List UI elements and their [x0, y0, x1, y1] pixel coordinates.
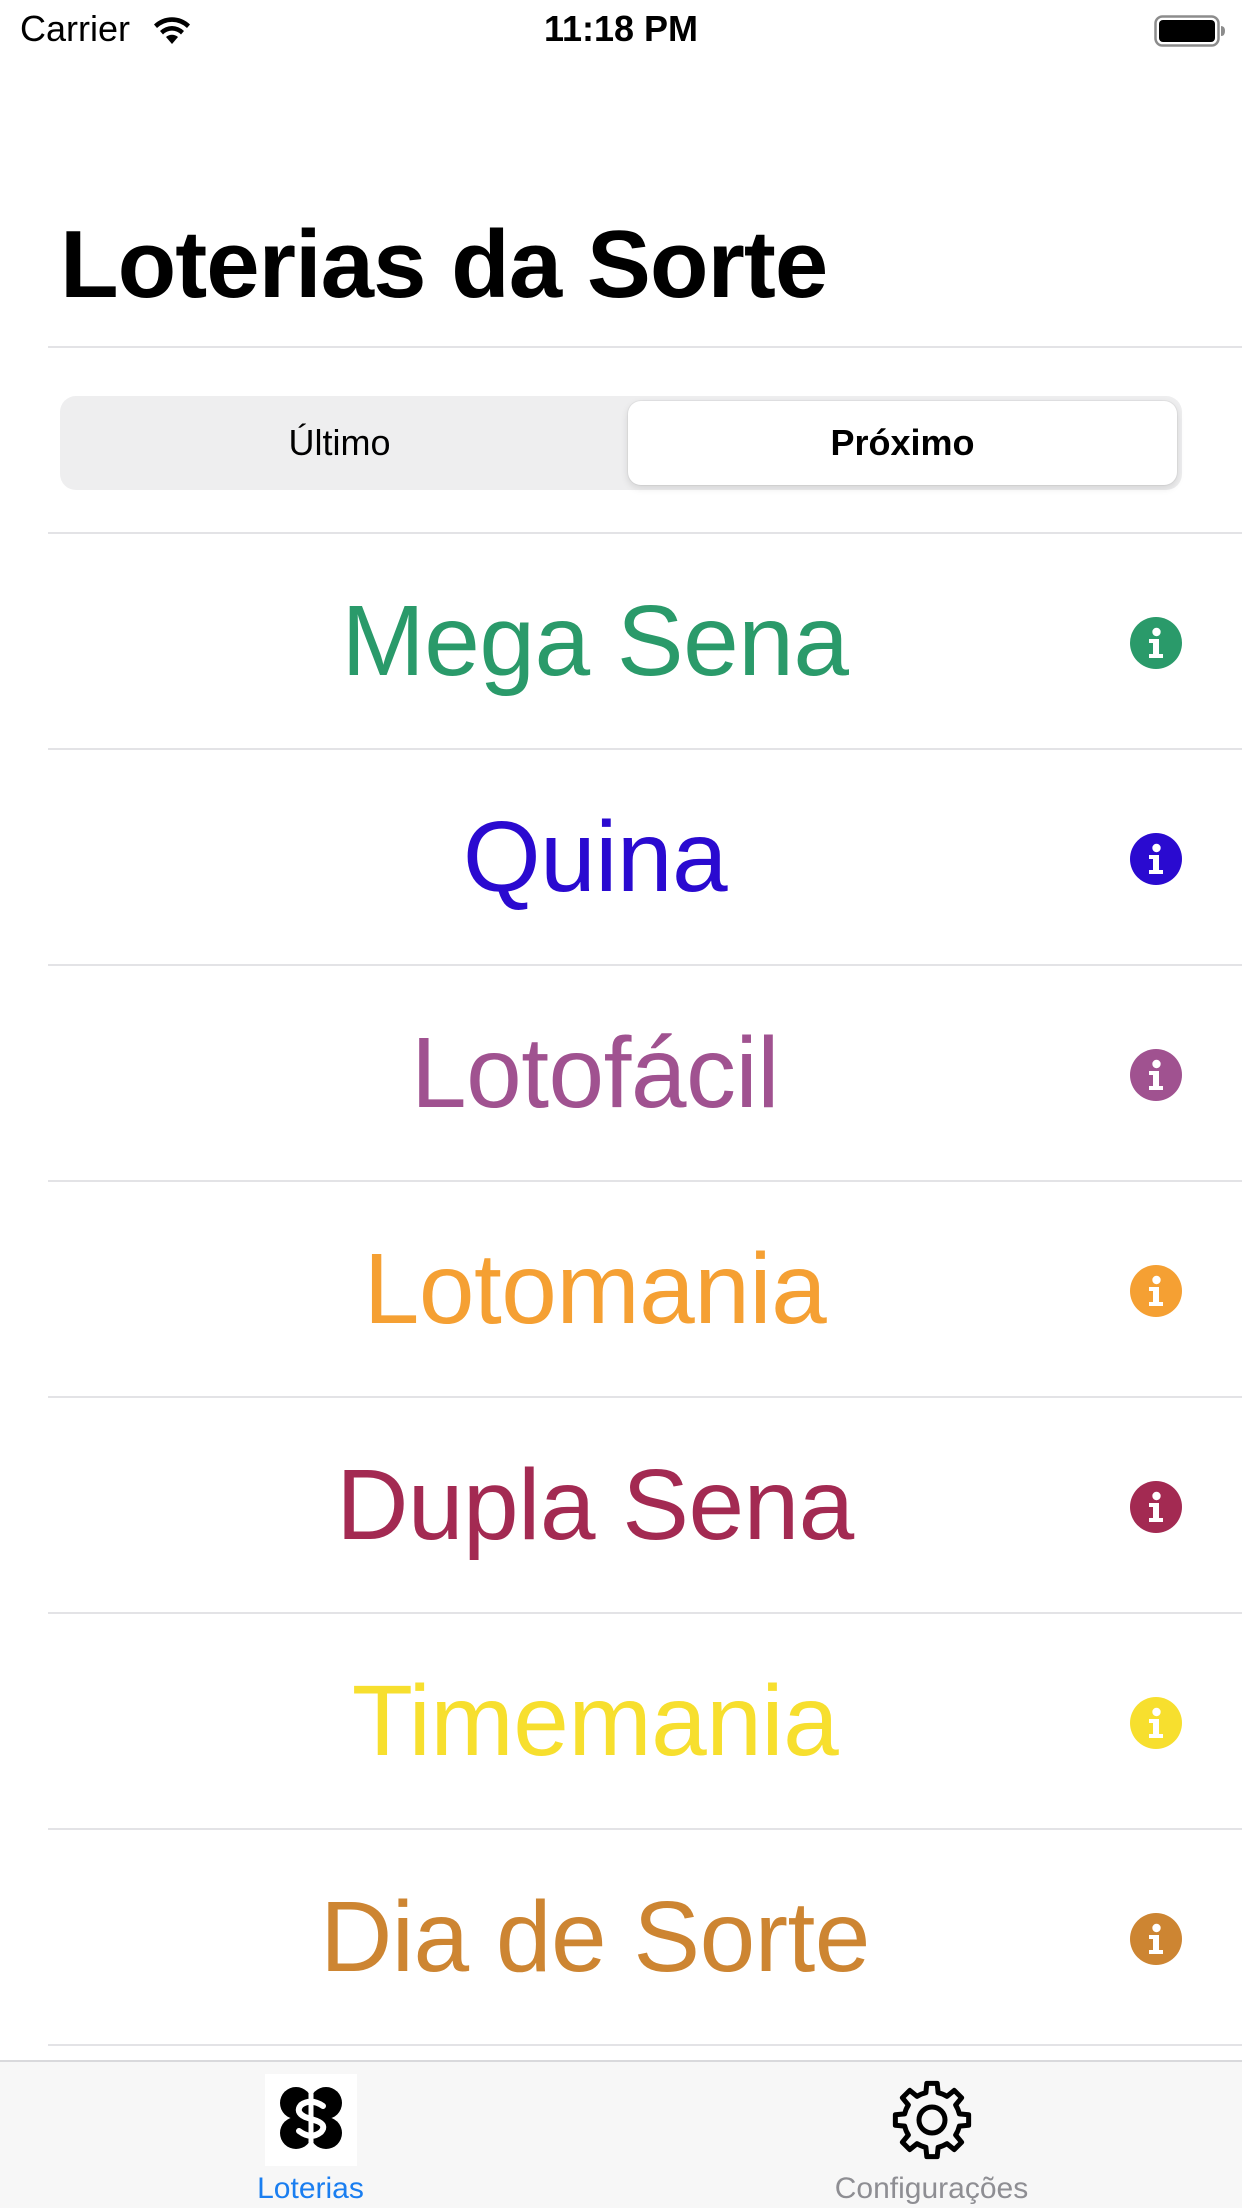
tab-bar: Loterias Configurações [0, 2060, 1242, 2208]
tab-configuracoes[interactable]: Configurações [621, 2062, 1242, 2208]
lottery-name[interactable]: Lotomania [0, 1182, 1190, 1396]
lottery-name[interactable]: Lotofácil [0, 966, 1190, 1180]
lottery-row-dupla-sena[interactable]: Dupla Sena [0, 1398, 1242, 1614]
lottery-row-lotofacil[interactable]: Lotofácil [0, 966, 1242, 1182]
lottery-name[interactable]: Quina [0, 750, 1190, 964]
segment-ultimo[interactable]: Último [65, 401, 614, 485]
info-icon[interactable] [1130, 1481, 1182, 1533]
lottery-row-mega-sena[interactable]: Mega Sena [0, 534, 1242, 750]
info-icon[interactable] [1130, 1697, 1182, 1749]
lottery-name[interactable]: Dupla Sena [0, 1398, 1190, 1612]
clover-dollar-icon [264, 2074, 357, 2166]
title-divider [48, 346, 1242, 348]
info-icon[interactable] [1130, 1913, 1182, 1965]
battery-icon [1154, 15, 1225, 47]
segment-proximo[interactable]: Próximo [628, 401, 1177, 485]
page-title: Loterias da Sorte [60, 211, 828, 318]
lottery-row-quina[interactable]: Quina [0, 750, 1242, 966]
lottery-row-dia-de-sorte[interactable]: Dia de Sorte [0, 1830, 1242, 2046]
tab-label: Configurações [834, 2172, 1029, 2205]
lottery-name[interactable]: Mega Sena [0, 534, 1190, 748]
status-bar: Carrier 11:18 PM [0, 0, 1242, 62]
info-icon[interactable] [1130, 1265, 1182, 1317]
lottery-row-timemania[interactable]: Timemania [0, 1614, 1242, 1830]
lottery-list: Mega Sena Quina Lotofácil Lotomania Dupl… [0, 534, 1242, 2046]
lottery-name[interactable]: Timemania [0, 1614, 1190, 1828]
clock: 11:18 PM [543, 8, 699, 49]
info-icon[interactable] [1130, 1049, 1182, 1101]
info-icon[interactable] [1130, 833, 1182, 885]
row-separator [48, 2044, 1242, 2046]
tab-loterias[interactable]: Loterias [0, 2062, 621, 2208]
gear-icon [892, 2080, 971, 2160]
app-screen: Carrier 11:18 PM Loterias da Sorte Últim… [0, 0, 1242, 2208]
info-icon[interactable] [1130, 617, 1182, 669]
tab-label: Loterias [257, 2172, 364, 2205]
segmented-control: Último Próximo [60, 396, 1182, 490]
lottery-row-lotomania[interactable]: Lotomania [0, 1182, 1242, 1398]
lottery-name[interactable]: Dia de Sorte [0, 1830, 1190, 2044]
